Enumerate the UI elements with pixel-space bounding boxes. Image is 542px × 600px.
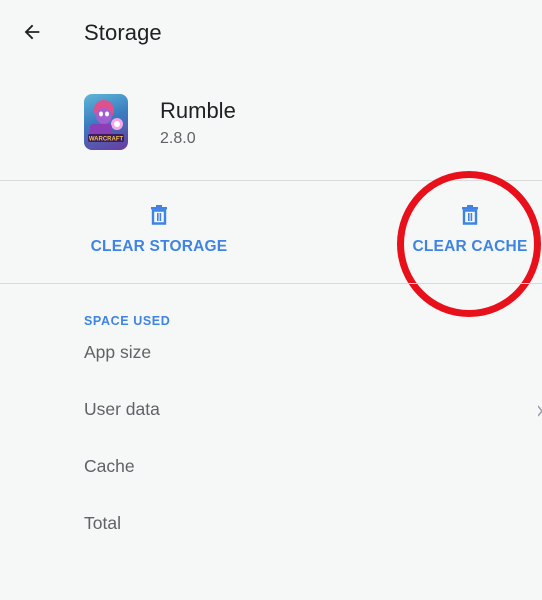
row-app-size: App size [0, 334, 542, 374]
page-title: Storage [84, 20, 162, 45]
app-name: Rumble [160, 98, 236, 123]
clear-storage-button[interactable]: CLEAR STORAGE [78, 190, 240, 278]
trash-icon [148, 204, 170, 226]
row-total: Total [0, 505, 542, 545]
row-label: Cache [84, 456, 135, 476]
row-label: App size [84, 342, 152, 362]
row-label: Total [84, 513, 121, 533]
trash-icon [459, 204, 481, 226]
svg-text:WARCRAFT: WARCRAFT [89, 137, 124, 143]
row-label: User data [84, 399, 160, 419]
clear-cache-label: CLEAR CACHE [412, 238, 528, 255]
chevron-right-icon [538, 405, 542, 417]
top-app-bar: Storage [0, 0, 542, 66]
row-user-data[interactable]: User data [0, 391, 542, 431]
clear-cache-button[interactable]: CLEAR CACHE [404, 190, 536, 278]
divider-top [0, 180, 542, 181]
divider-bottom [0, 283, 542, 284]
arrow-back-icon [24, 24, 40, 40]
space-used-header: SPACE USED [84, 314, 171, 328]
app-icon-art: WARCRAFT [88, 100, 124, 143]
app-header: WARCRAFT Rumble 2.8.0 [0, 86, 542, 166]
row-cache: Cache [0, 448, 542, 488]
app-version: 2.8.0 [160, 130, 196, 147]
clear-storage-label: CLEAR STORAGE [90, 238, 228, 255]
back-button[interactable] [14, 14, 50, 50]
app-icon: WARCRAFT [84, 94, 128, 150]
